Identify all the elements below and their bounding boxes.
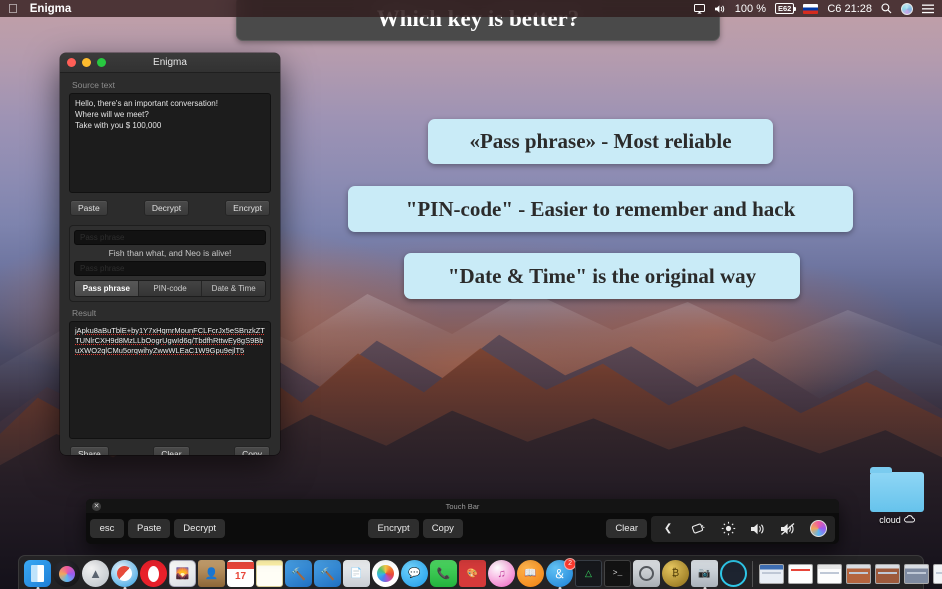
pass-phrase-input[interactable]: Pass phrase xyxy=(74,230,266,245)
folder-label-row: cloud xyxy=(866,515,928,525)
dock-file-screenshot-5[interactable] xyxy=(932,560,942,587)
dock-item-image-capture[interactable]: 📷 xyxy=(691,560,718,587)
notification-center-icon[interactable] xyxy=(922,4,934,14)
source-text-input[interactable]: Hello, there's an important conversation… xyxy=(69,93,271,193)
dock-item-photos[interactable] xyxy=(372,560,399,587)
dock-item-finder[interactable] xyxy=(24,560,51,587)
mute-icon[interactable] xyxy=(774,518,802,540)
touchbar-copy-button[interactable]: Copy xyxy=(422,519,463,538)
tab-pin-code[interactable]: PIN-code xyxy=(138,281,203,296)
keyboard-brightness-icon[interactable] xyxy=(684,518,712,540)
dock-item-collage[interactable]: 🎨 xyxy=(459,560,486,587)
airplay-icon[interactable] xyxy=(693,3,705,14)
touchbar-clear-button[interactable]: Clear xyxy=(606,519,648,538)
dock-item-xcode-beta[interactable]: 🔨 xyxy=(314,560,341,587)
dock-item-messages[interactable]: 💬 xyxy=(401,560,428,587)
desktop-folder-cloud[interactable]: cloud xyxy=(866,467,928,525)
encrypt-button[interactable]: Encrypt xyxy=(225,200,270,216)
source-text-line: Take with you $ 100,000 xyxy=(75,121,162,130)
siri-icon[interactable] xyxy=(901,2,913,15)
enigma-window[interactable]: Enigma Source text Hello, there's an imp… xyxy=(60,53,280,455)
menubar-clock[interactable]: C6 21:28 xyxy=(827,3,872,15)
search-icon[interactable] xyxy=(881,3,892,14)
input-source-flag-icon[interactable] xyxy=(803,3,819,14)
pass-phrase-confirm-input[interactable]: Pass phrase xyxy=(74,261,266,276)
source-text-line: Hello, there's an important conversation… xyxy=(75,99,218,108)
paste-button[interactable]: Paste xyxy=(70,200,108,216)
key-panel: Pass phrase Fish than what, and Neo is a… xyxy=(69,225,271,302)
touch-bar[interactable]: ✕ Touch Bar esc Paste Decrypt Encrypt Co… xyxy=(86,499,839,544)
dock-item-preview[interactable]: 🌄 xyxy=(169,560,196,587)
decrypt-button[interactable]: Decrypt xyxy=(143,200,190,216)
siri-icon[interactable] xyxy=(804,518,832,540)
dock-item-contacts[interactable]: 👤 xyxy=(198,560,225,587)
dock-item-notes[interactable] xyxy=(256,560,283,587)
result-label: Result xyxy=(72,308,97,318)
tab-date-time[interactable]: Date & Time xyxy=(202,281,265,296)
dock-separator xyxy=(752,561,753,587)
dock-item-enigma[interactable] xyxy=(633,560,660,587)
battery-percent-label: 100 % xyxy=(734,2,766,15)
dock[interactable]: ▲ 🌄 👤 17 🔨 🔨 📄 💬 📞 🎨 ♫ 📖 ＆ 2 △ >_ ₿ 📷 xyxy=(18,555,942,589)
enigma-window-title: Enigma xyxy=(153,57,187,68)
caption-pin-code: "PIN-code" - Easier to remember and hack xyxy=(348,186,853,232)
dock-item-app-store-old[interactable]: 📄 xyxy=(343,560,370,587)
dock-item-safari[interactable] xyxy=(111,560,138,587)
battery-icon[interactable]: E62 xyxy=(774,3,797,14)
dock-item-ibooks[interactable]: 📖 xyxy=(517,560,544,587)
volume-icon[interactable] xyxy=(714,4,726,14)
clear-button[interactable]: Clear xyxy=(153,446,190,455)
key-type-tabs[interactable]: Pass phrase PIN-code Date & Time xyxy=(74,280,266,297)
menu-bar:  Enigma 100 % E62 C6 21:28 xyxy=(0,0,942,17)
copy-button[interactable]: Copy xyxy=(234,446,270,455)
dock-item-launchpad[interactable]: ▲ xyxy=(82,560,109,587)
result-output[interactable]: jApku8aBuTblE+by1Y7xHqmrMounFCLFcrJx5eSB… xyxy=(69,321,271,439)
apple-logo-icon[interactable]:  xyxy=(8,2,18,15)
cloud-icon xyxy=(903,515,915,525)
touch-bar-title: Touch Bar xyxy=(445,501,480,511)
key-hint-text: Fish than what, and Neo is alive! xyxy=(108,248,232,258)
source-actions-row: Paste Decrypt Encrypt xyxy=(70,200,270,216)
dock-item-calendar[interactable]: 17 xyxy=(227,560,254,587)
dock-item-terminal[interactable]: >_ xyxy=(604,560,631,587)
dock-item-app-store[interactable]: ＆ 2 xyxy=(546,558,576,587)
touchbar-paste-button[interactable]: Paste xyxy=(128,519,171,538)
dock-item-siri[interactable] xyxy=(53,560,80,587)
dock-file-screenshot-2[interactable] xyxy=(845,560,872,587)
dock-item-activity-monitor[interactable]: △ xyxy=(575,560,602,587)
brightness-icon[interactable] xyxy=(714,518,742,540)
dock-file-calendar-doc[interactable] xyxy=(787,560,814,587)
source-text-line: Where will we meet? xyxy=(75,110,149,119)
tab-pass-phrase[interactable]: Pass phrase xyxy=(75,281,139,296)
folder-label: cloud xyxy=(879,515,901,525)
touchbar-decrypt-button[interactable]: Decrypt xyxy=(174,519,226,538)
touchbar-encrypt-button[interactable]: Encrypt xyxy=(368,519,419,538)
dock-file-screen-window[interactable] xyxy=(758,560,785,587)
dock-item-opera[interactable] xyxy=(140,560,167,587)
result-actions-row: Share Clear Copy xyxy=(70,446,270,455)
touch-bar-header: ✕ Touch Bar xyxy=(86,499,839,513)
dock-item-bitcoin-app[interactable]: ₿ xyxy=(662,560,689,587)
chevron-left-icon[interactable]: ❮ xyxy=(654,518,682,540)
folder-icon[interactable] xyxy=(870,467,924,512)
dock-file-screenshot-1[interactable] xyxy=(816,560,843,587)
dock-item-circle-app[interactable] xyxy=(720,560,747,587)
dock-item-facetime[interactable]: 📞 xyxy=(430,560,457,587)
dock-item-itunes[interactable]: ♫ xyxy=(488,560,515,587)
caption-pass-phrase: «Pass phrase» - Most reliable xyxy=(428,119,773,164)
dock-file-screenshot-4[interactable] xyxy=(903,560,930,587)
dock-item-xcode[interactable]: 🔨 xyxy=(285,560,312,587)
share-button[interactable]: Share xyxy=(70,446,109,455)
touchbar-esc-button[interactable]: esc xyxy=(90,519,124,538)
caption-date-time: "Date & Time" is the original way xyxy=(404,253,800,299)
dock-file-screenshot-3[interactable] xyxy=(874,560,901,587)
volume-up-icon[interactable] xyxy=(744,518,772,540)
touch-bar-row: esc Paste Decrypt Encrypt Copy Clear ❮ xyxy=(86,513,839,544)
touchbar-control-strip[interactable]: ❮ xyxy=(651,515,836,542)
menubar-app-name[interactable]: Enigma xyxy=(30,3,72,15)
enigma-titlebar[interactable]: Enigma xyxy=(60,53,280,73)
source-text-label: Source text xyxy=(72,80,115,90)
calendar-day: 17 xyxy=(234,571,247,582)
result-text: jApku8aBuTblE+by1Y7xHqmrMounFCLFcrJx5eSB… xyxy=(75,326,265,355)
